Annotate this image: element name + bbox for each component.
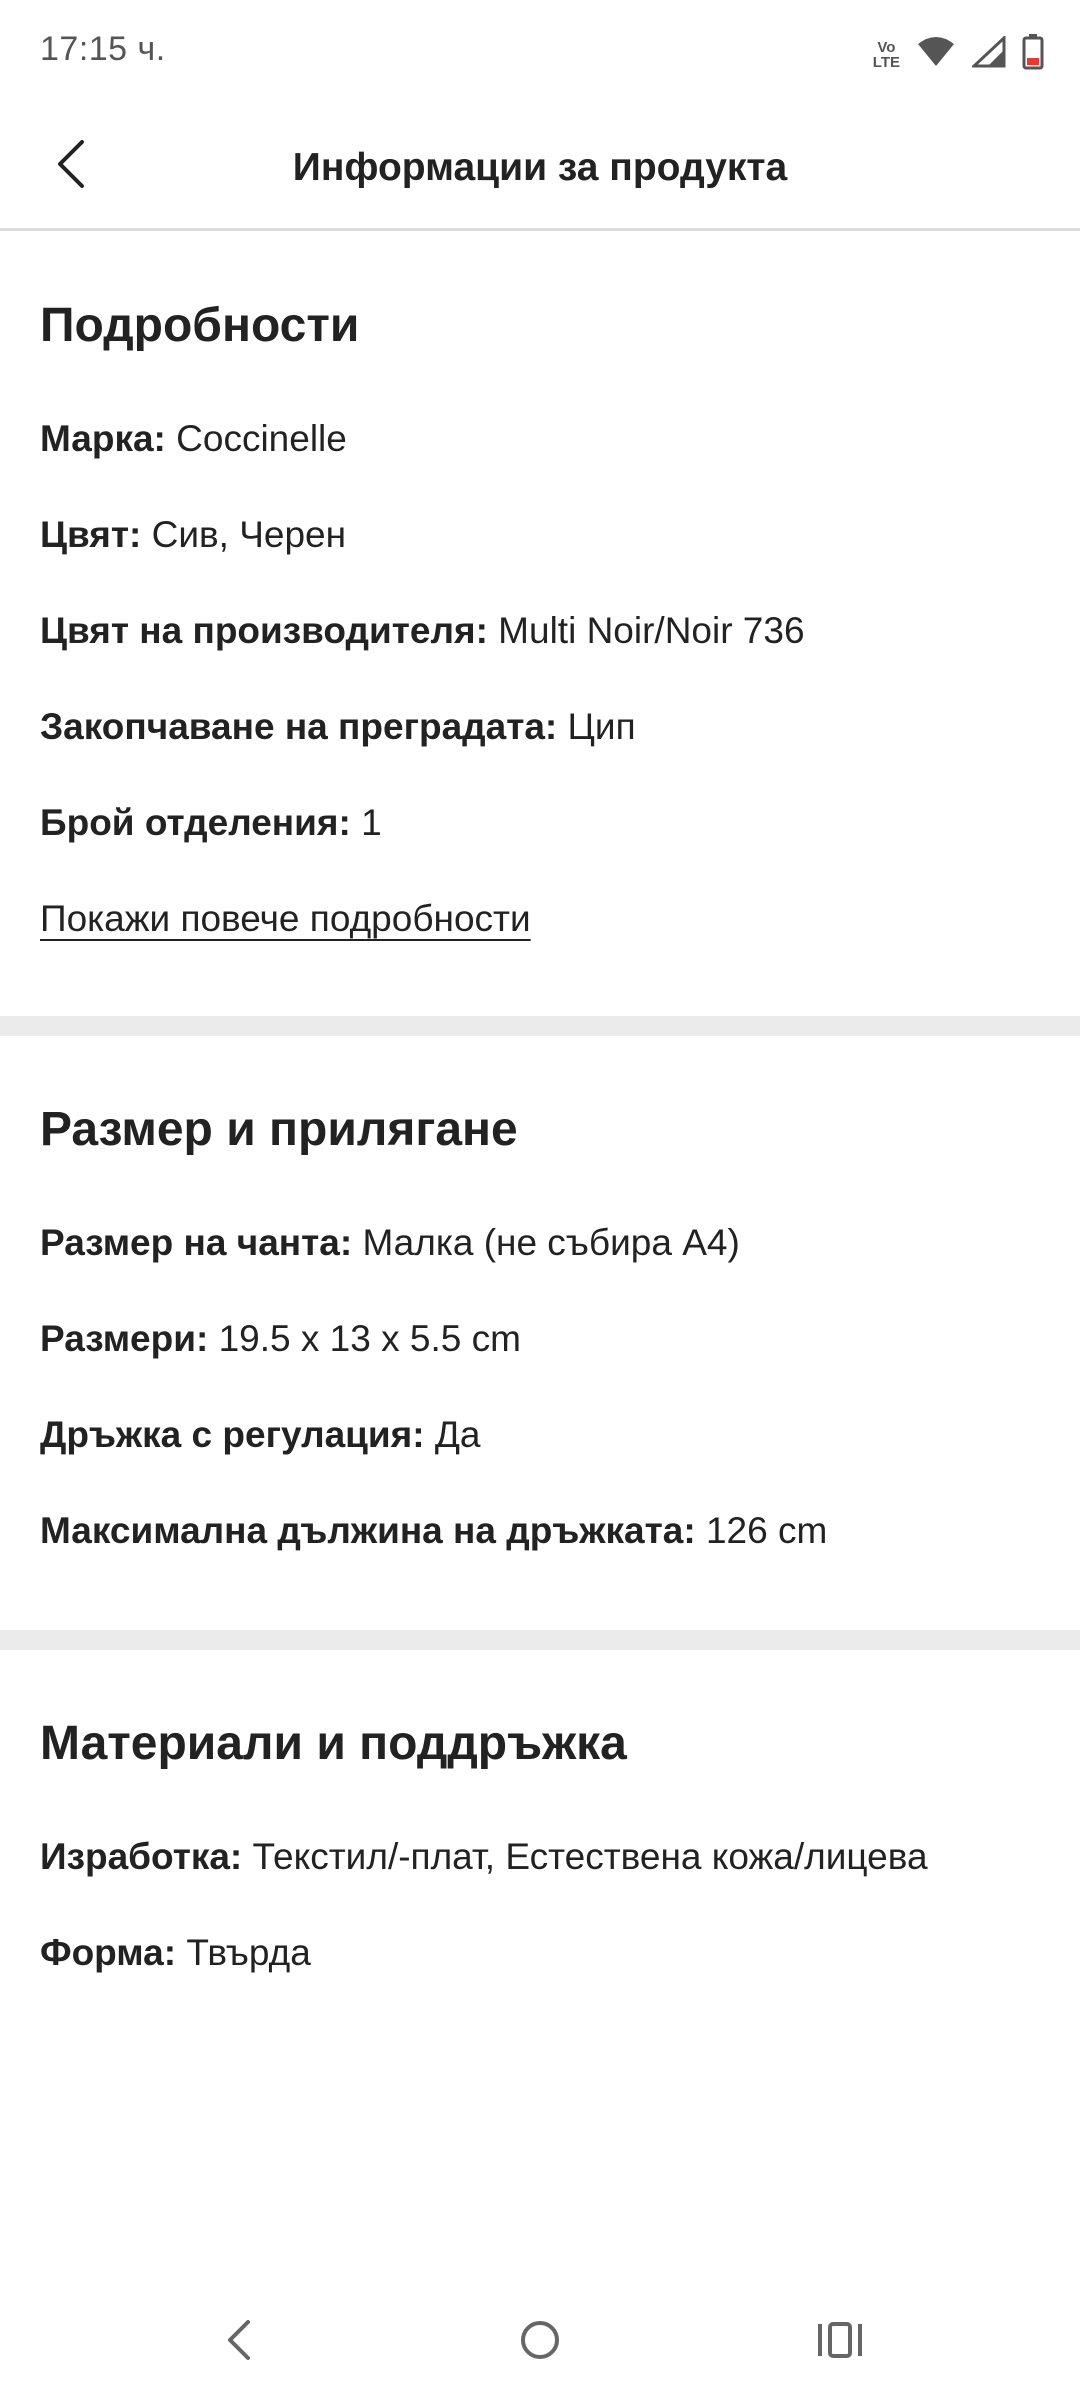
detail-value: Сив, Черен [151, 514, 347, 555]
size-value: 126 cm [705, 1510, 828, 1551]
nav-back-icon [228, 2320, 250, 2360]
nav-home-button[interactable] [510, 2310, 570, 2370]
detail-row-compartments: Брой отделения: 1 [40, 802, 382, 844]
page-title: Информации за продукта [292, 146, 788, 189]
materials-section-title: Материали и поддръжка [40, 1717, 627, 1770]
detail-value: Цип [567, 706, 636, 747]
signal-icon [970, 34, 1006, 73]
nav-recents-button[interactable] [810, 2310, 870, 2370]
size-row-max-handle-length: Максимална дължина на дръжката: 126 cm [40, 1510, 827, 1552]
size-key: Дръжка с регулация: [40, 1414, 425, 1455]
detail-row-closure: Закопчаване на преградата: Цип [40, 706, 636, 748]
size-value: 19.5 x 13 x 5.5 cm [218, 1318, 521, 1359]
materials-row-shape: Форма: Твърда [40, 1932, 311, 1974]
size-value: Да [434, 1414, 481, 1455]
system-nav-bar [0, 2280, 1080, 2400]
battery-icon [1022, 34, 1044, 75]
detail-key: Брой отделения: [40, 802, 351, 843]
materials-value: Твърда [186, 1932, 311, 1973]
materials-row-make: Изработка: Текстил/-плат, Естествена кож… [40, 1836, 928, 1878]
detail-key: Марка: [40, 418, 166, 459]
detail-key: Цвят: [40, 514, 142, 555]
app-bar: Информации за продукта [0, 108, 1080, 231]
status-bar: 17:15 ч. Vo LTE [0, 0, 1080, 108]
nav-home-icon [521, 2321, 559, 2359]
status-icons: Vo LTE [873, 34, 1044, 75]
size-fit-section-title: Размер и прилягане [40, 1103, 518, 1156]
section-divider [0, 1630, 1080, 1650]
status-time: 17:15 ч. [40, 30, 166, 68]
size-key: Размери: [40, 1318, 209, 1359]
size-key: Максимална дължина на дръжката: [40, 1510, 696, 1551]
size-row-bag-size: Размер на чанта: Малка (не събира А4) [40, 1222, 740, 1264]
materials-key: Форма: [40, 1932, 177, 1973]
materials-value: Текстил/-плат, Естествена кожа/лицева [252, 1836, 928, 1877]
detail-row-color: Цвят: Сив, Черен [40, 514, 346, 556]
volte-icon: Vo LTE [873, 40, 900, 70]
wifi-icon [916, 36, 956, 73]
detail-key: Закопчаване на преградата: [40, 706, 558, 747]
details-section-title: Подробности [40, 299, 360, 352]
volte-top-label: Vo [877, 38, 896, 56]
nav-back-button[interactable] [210, 2310, 270, 2370]
detail-value: 1 [361, 802, 382, 843]
detail-row-brand: Марка: Coccinelle [40, 418, 347, 460]
size-value: Малка (не събира А4) [362, 1222, 740, 1263]
detail-value: Multi Noir/Noir 736 [498, 610, 805, 651]
size-key: Размер на чанта: [40, 1222, 353, 1263]
section-divider [0, 1016, 1080, 1036]
detail-key: Цвят на производителя: [40, 610, 488, 651]
nav-recents-icon [818, 2322, 862, 2358]
detail-value: Coccinelle [176, 418, 347, 459]
size-row-adjustable-handle: Дръжка с регулация: Да [40, 1414, 480, 1456]
materials-key: Изработка: [40, 1836, 243, 1877]
detail-row-manufacturer-color: Цвят на производителя: Multi Noir/Noir 7… [40, 610, 805, 652]
size-row-dimensions: Размери: 19.5 x 13 x 5.5 cm [40, 1318, 521, 1360]
volte-bottom-label: LTE [872, 53, 900, 71]
show-more-details-link[interactable]: Покажи повече подробности [40, 898, 531, 940]
